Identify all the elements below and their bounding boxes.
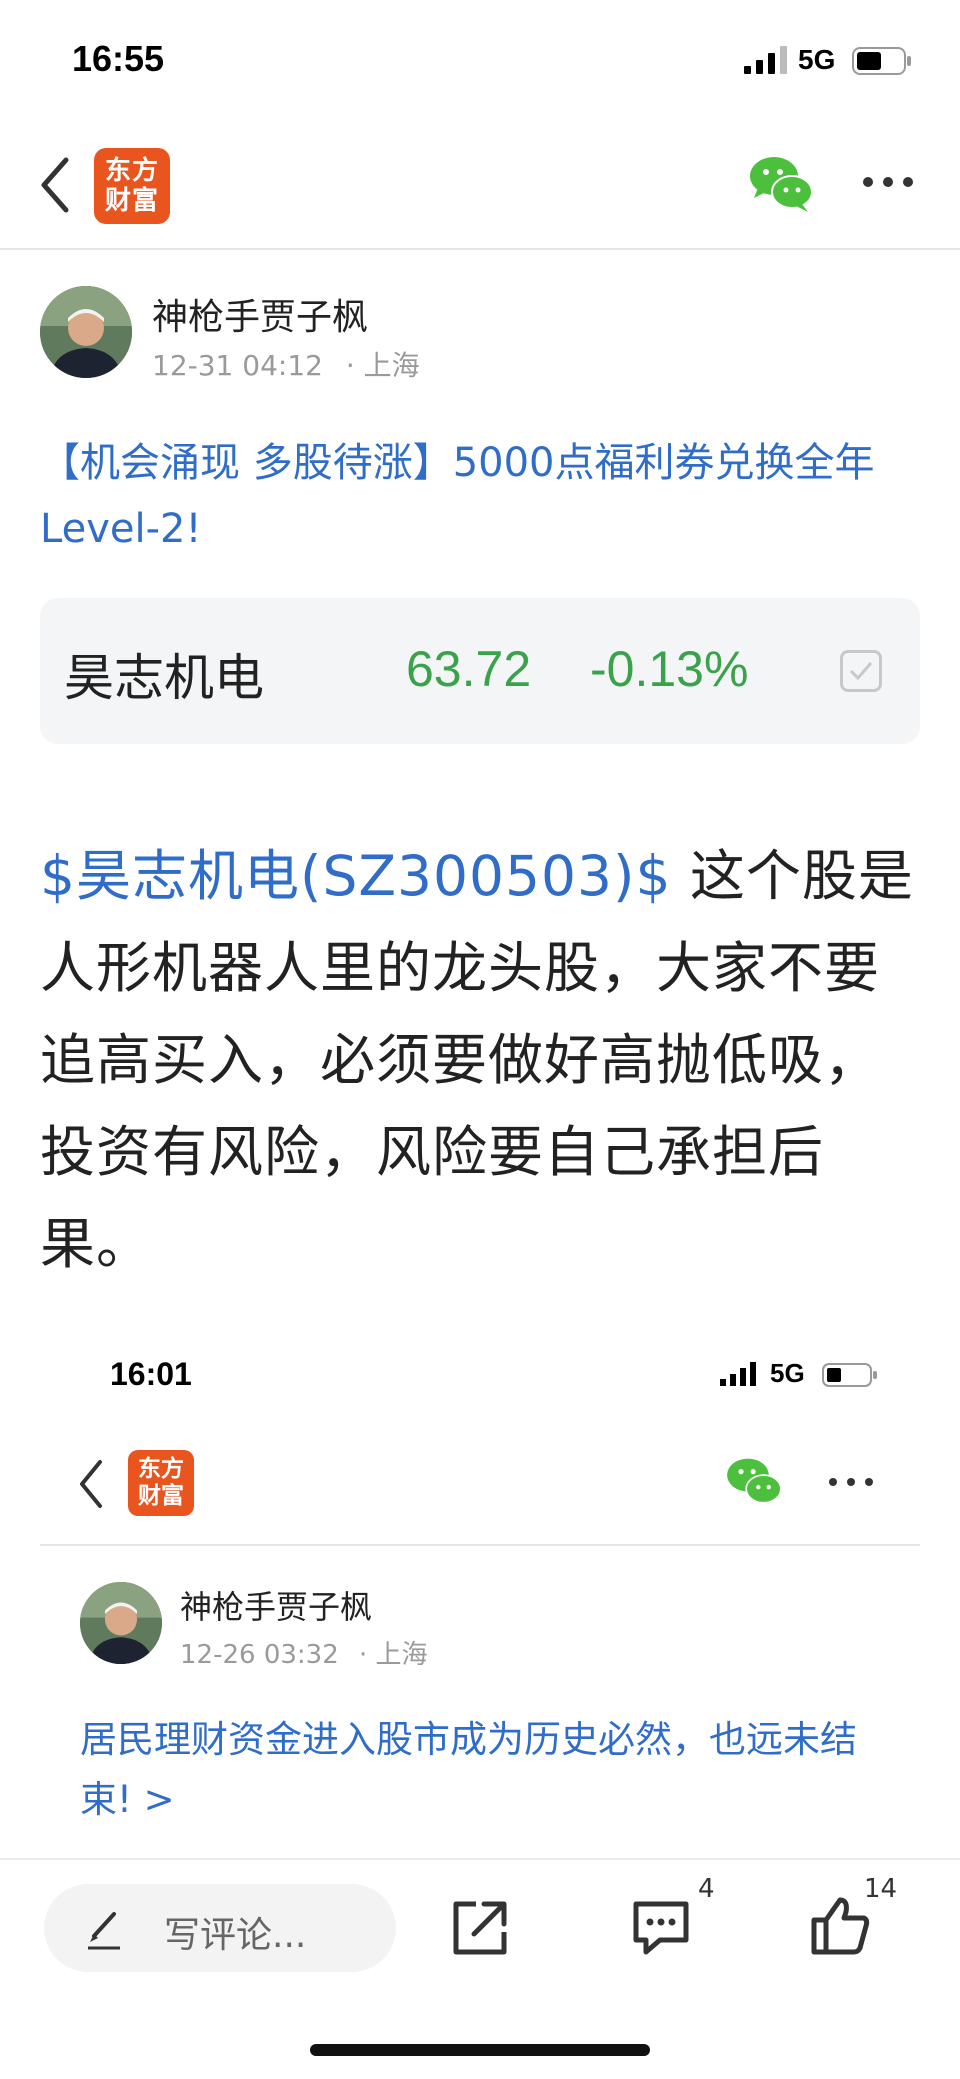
check-icon <box>849 662 873 681</box>
embedded-screenshot[interactable]: 16:01 5G 东方 财富 神枪手贾子枫 12-26 03:32 · 上海 居… <box>40 1340 920 1860</box>
stock-tag-link[interactable]: $昊志机电(SZ300503)$ <box>40 844 671 908</box>
embedded-wechat-icon <box>727 1458 782 1504</box>
embedded-post-date: 12-26 03:32 <box>180 1640 339 1670</box>
embedded-post-location: · 上海 <box>359 1640 428 1670</box>
network-label: 5G <box>798 44 836 75</box>
embedded-author-avatar <box>80 1582 162 1664</box>
stock-price: 63.72 <box>406 641 532 697</box>
status-time: 16:55 <box>72 38 165 79</box>
comments-icon[interactable] <box>630 1898 692 1958</box>
embedded-author-name: 神枪手贾子枫 <box>180 1588 373 1626</box>
embedded-battery-icon <box>822 1363 877 1387</box>
embedded-more-icon <box>829 1478 873 1486</box>
embedded-divider <box>40 1544 920 1546</box>
more-options-icon[interactable] <box>860 170 916 194</box>
thumbs-up-icon[interactable] <box>810 1894 872 1956</box>
post-body: $昊志机电(SZ300503)$ 这个股是人形机器人里的龙头股，大家不要追高买入… <box>40 830 930 1290</box>
author-header: 神枪手贾子枫 12-31 04:12 · 上海 <box>40 286 920 396</box>
comments-count: 4 <box>698 1874 715 1904</box>
embedded-app-logo: 东方 财富 <box>128 1450 194 1516</box>
stock-card[interactable]: 昊志机电 63.72 -0.13% <box>40 598 920 744</box>
back-icon[interactable] <box>36 154 76 216</box>
embedded-post-title: 居民理财资金进入股市成为历史必然，也远未结束! > <box>80 1718 857 1821</box>
post-location: · 上海 <box>345 349 420 382</box>
stock-name: 昊志机电 <box>64 649 264 707</box>
embedded-back-icon <box>80 1460 102 1508</box>
status-bar: 16:55 5G <box>0 0 960 120</box>
embedded-status-time: 16:01 <box>110 1356 192 1392</box>
nav-bar: 东方 财富 <box>0 120 960 250</box>
author-avatar[interactable] <box>40 286 132 378</box>
embedded-signal-icon <box>720 1362 756 1386</box>
embedded-post-meta: 12-26 03:32 · 上海 <box>180 1634 428 1671</box>
post-body-text: 这个股是人形机器人里的龙头股，大家不要追高买入，必须要做好高抛低吸，投资有风险，… <box>40 844 914 1276</box>
stock-change: -0.13% <box>590 641 749 697</box>
embedded-network-label: 5G <box>770 1358 805 1388</box>
comment-placeholder: 写评论... <box>164 1915 307 1956</box>
embedded-logo-line-1: 东方 <box>138 1456 184 1482</box>
comment-input[interactable]: 写评论... <box>44 1884 396 1972</box>
signal-icon <box>744 46 787 74</box>
pen-icon <box>88 1912 120 1950</box>
bottom-action-bar: 写评论... 4 14 <box>0 1858 960 2079</box>
likes-count: 14 <box>864 1874 898 1904</box>
post-title-link[interactable]: 【机会涌现 多股待涨】5000点福利券兑换全年Level-2! <box>40 430 920 562</box>
post-meta: 12-31 04:12 · 上海 <box>152 344 420 384</box>
logo-line-1: 东方 <box>104 156 159 186</box>
author-name[interactable]: 神枪手贾子枫 <box>152 288 368 340</box>
wechat-share-icon[interactable] <box>748 154 814 214</box>
post-date: 12-31 04:12 <box>152 349 323 382</box>
embedded-logo-line-2: 财富 <box>138 1483 184 1509</box>
battery-icon <box>852 47 911 75</box>
share-icon[interactable] <box>450 1898 510 1958</box>
logo-line-2: 财富 <box>104 186 159 216</box>
app-logo: 东方 财富 <box>94 148 170 224</box>
home-indicator <box>310 2044 650 2056</box>
add-watchlist-checkbox[interactable] <box>840 650 882 692</box>
